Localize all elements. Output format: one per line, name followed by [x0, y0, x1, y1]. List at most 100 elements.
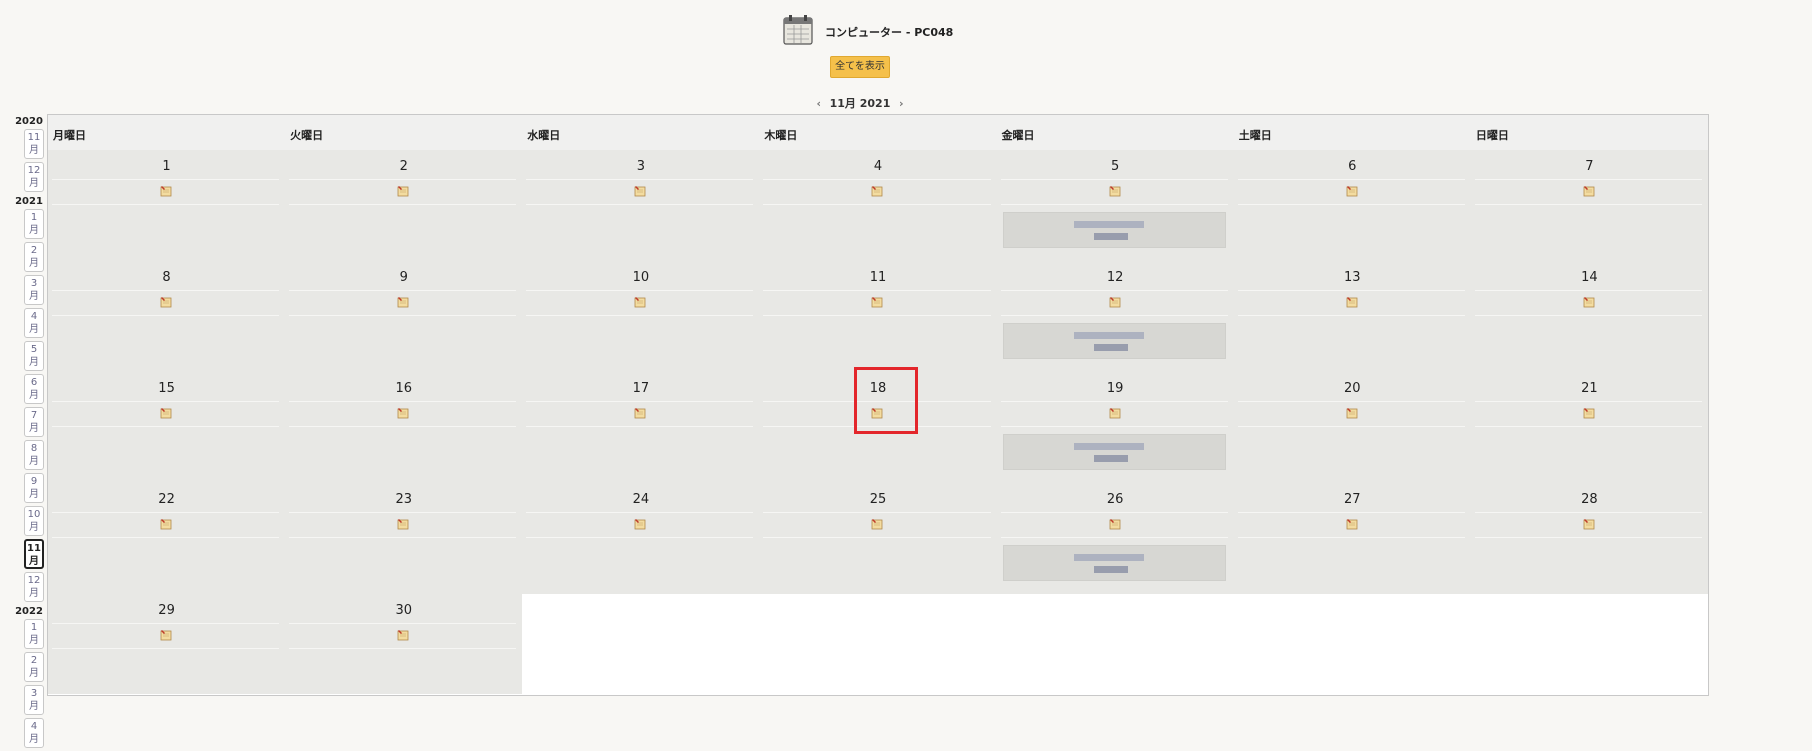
sidebar-month-button-2021-7[interactable]: 7月: [24, 407, 44, 437]
note-pencil-icon[interactable]: [634, 407, 646, 419]
sidebar-month-button-2022-1[interactable]: 1月: [24, 619, 44, 649]
note-pencil-icon[interactable]: [160, 185, 172, 197]
sidebar-month-button-2021-3[interactable]: 3月: [24, 275, 44, 305]
note-pencil-icon[interactable]: [634, 296, 646, 308]
note-pencil-icon[interactable]: [160, 629, 172, 641]
empty-day-cell: [759, 594, 997, 694]
day-cell-24[interactable]: 24: [522, 483, 760, 594]
cell-divider: [289, 623, 517, 624]
sidebar-month-button-2022-2[interactable]: 2月: [24, 652, 44, 682]
note-pencil-icon[interactable]: [1583, 296, 1595, 308]
day-cell-25[interactable]: 25: [759, 483, 997, 594]
day-cell-29[interactable]: 29: [48, 594, 286, 694]
note-pencil-icon[interactable]: [1346, 518, 1358, 530]
sidebar-month-button-2021-4[interactable]: 4月: [24, 308, 44, 338]
sidebar-month-button-2021-6[interactable]: 6月: [24, 374, 44, 404]
calendar-event[interactable]: [1002, 323, 1226, 359]
day-cell-17[interactable]: 17: [522, 372, 760, 483]
note-pencil-icon[interactable]: [1583, 407, 1595, 419]
day-cell-11[interactable]: 11: [759, 261, 997, 372]
sidebar-month-button-2021-11[interactable]: 11 月: [24, 539, 44, 569]
note-pencil-icon[interactable]: [634, 518, 646, 530]
note-pencil-icon[interactable]: [160, 407, 172, 419]
day-cell-21[interactable]: 21: [1470, 372, 1708, 483]
note-pencil-icon[interactable]: [397, 518, 409, 530]
day-cell-1[interactable]: 1: [48, 150, 286, 261]
cell-divider: [289, 290, 517, 291]
day-cell-26[interactable]: 26: [996, 483, 1234, 594]
sidebar-month-button-2022-3[interactable]: 3月: [24, 685, 44, 715]
note-pencil-icon[interactable]: [1109, 407, 1121, 419]
note-pencil-icon[interactable]: [397, 629, 409, 641]
note-pencil-icon[interactable]: [871, 518, 883, 530]
note-pencil-icon[interactable]: [1109, 296, 1121, 308]
day-number: 13: [1344, 270, 1361, 285]
day-cell-4[interactable]: 4: [759, 150, 997, 261]
day-cell-5[interactable]: 5: [996, 150, 1234, 261]
day-cell-27[interactable]: 27: [1233, 483, 1471, 594]
day-cell-15[interactable]: 15: [48, 372, 286, 483]
note-pencil-icon[interactable]: [1346, 296, 1358, 308]
chevron-right-icon[interactable]: ›: [894, 97, 908, 110]
day-cell-18[interactable]: 18: [759, 372, 997, 483]
note-pencil-icon[interactable]: [871, 296, 883, 308]
sidebar-year-label: 2021: [15, 196, 43, 207]
sidebar-month-button-2021-2[interactable]: 2月: [24, 242, 44, 272]
note-pencil-icon[interactable]: [397, 296, 409, 308]
sidebar-month-button-2021-10[interactable]: 10 月: [24, 506, 44, 536]
note-pencil-icon[interactable]: [160, 518, 172, 530]
calendar-event[interactable]: [1002, 545, 1226, 581]
note-pencil-icon[interactable]: [1346, 407, 1358, 419]
note-pencil-icon[interactable]: [1346, 185, 1358, 197]
day-cell-6[interactable]: 6: [1233, 150, 1471, 261]
day-cell-9[interactable]: 9: [285, 261, 523, 372]
note-pencil-icon[interactable]: [160, 296, 172, 308]
sidebar-month-button-2021-5[interactable]: 5月: [24, 341, 44, 371]
note-pencil-icon[interactable]: [1109, 185, 1121, 197]
day-number: 24: [632, 492, 650, 507]
day-cell-12[interactable]: 12: [996, 261, 1234, 372]
day-cell-7[interactable]: 7: [1470, 150, 1708, 261]
sidebar-month-button-2021-9[interactable]: 9月: [24, 473, 44, 503]
calendar-event[interactable]: [1002, 434, 1226, 470]
note-pencil-icon[interactable]: [634, 185, 646, 197]
sidebar-month-button-2020-11[interactable]: 11 月: [24, 129, 44, 159]
day-cell-10[interactable]: 10: [522, 261, 760, 372]
empty-day-cell: [1233, 594, 1471, 694]
note-pencil-icon[interactable]: [871, 407, 883, 419]
day-cell-16[interactable]: 16: [285, 372, 523, 483]
note-pencil-icon[interactable]: [1109, 518, 1121, 530]
chevron-left-icon[interactable]: ‹: [812, 97, 826, 110]
sidebar-month-button-2021-8[interactable]: 8月: [24, 440, 44, 470]
cell-divider: [763, 401, 991, 402]
day-cell-20[interactable]: 20: [1233, 372, 1471, 483]
note-pencil-icon[interactable]: [1583, 518, 1595, 530]
day-cell-2[interactable]: 2: [285, 150, 523, 261]
day-cell-3[interactable]: 3: [522, 150, 760, 261]
note-pencil-icon[interactable]: [1583, 185, 1595, 197]
day-cell-22[interactable]: 22: [48, 483, 286, 594]
day-cell-13[interactable]: 13: [1233, 261, 1471, 372]
sidebar-month-button-2021-12[interactable]: 12 月: [24, 572, 44, 602]
calendar-event[interactable]: [1002, 212, 1226, 248]
sidebar-month-button-2020-12[interactable]: 12 月: [24, 162, 44, 192]
month-number: 8: [30, 443, 38, 454]
day-cell-30[interactable]: 30: [285, 594, 523, 694]
month-suffix: 月: [29, 668, 39, 679]
cell-divider: [1000, 401, 1228, 402]
month-suffix: 月: [29, 556, 39, 567]
day-cell-14[interactable]: 14: [1470, 261, 1708, 372]
note-pencil-icon[interactable]: [397, 407, 409, 419]
day-cell-19[interactable]: 19: [996, 372, 1234, 483]
sidebar-month-button-2021-1[interactable]: 1月: [24, 209, 44, 239]
month-suffix: 月: [29, 522, 39, 533]
day-cell-28[interactable]: 28: [1470, 483, 1708, 594]
day-number: 22: [158, 492, 175, 507]
show-all-button[interactable]: 全てを表示: [830, 56, 890, 78]
month-number: 10: [27, 509, 41, 520]
day-cell-8[interactable]: 8: [48, 261, 286, 372]
note-pencil-icon[interactable]: [871, 185, 883, 197]
sidebar-month-button-2022-4[interactable]: 4月: [24, 718, 44, 748]
day-cell-23[interactable]: 23: [285, 483, 523, 594]
note-pencil-icon[interactable]: [397, 185, 409, 197]
